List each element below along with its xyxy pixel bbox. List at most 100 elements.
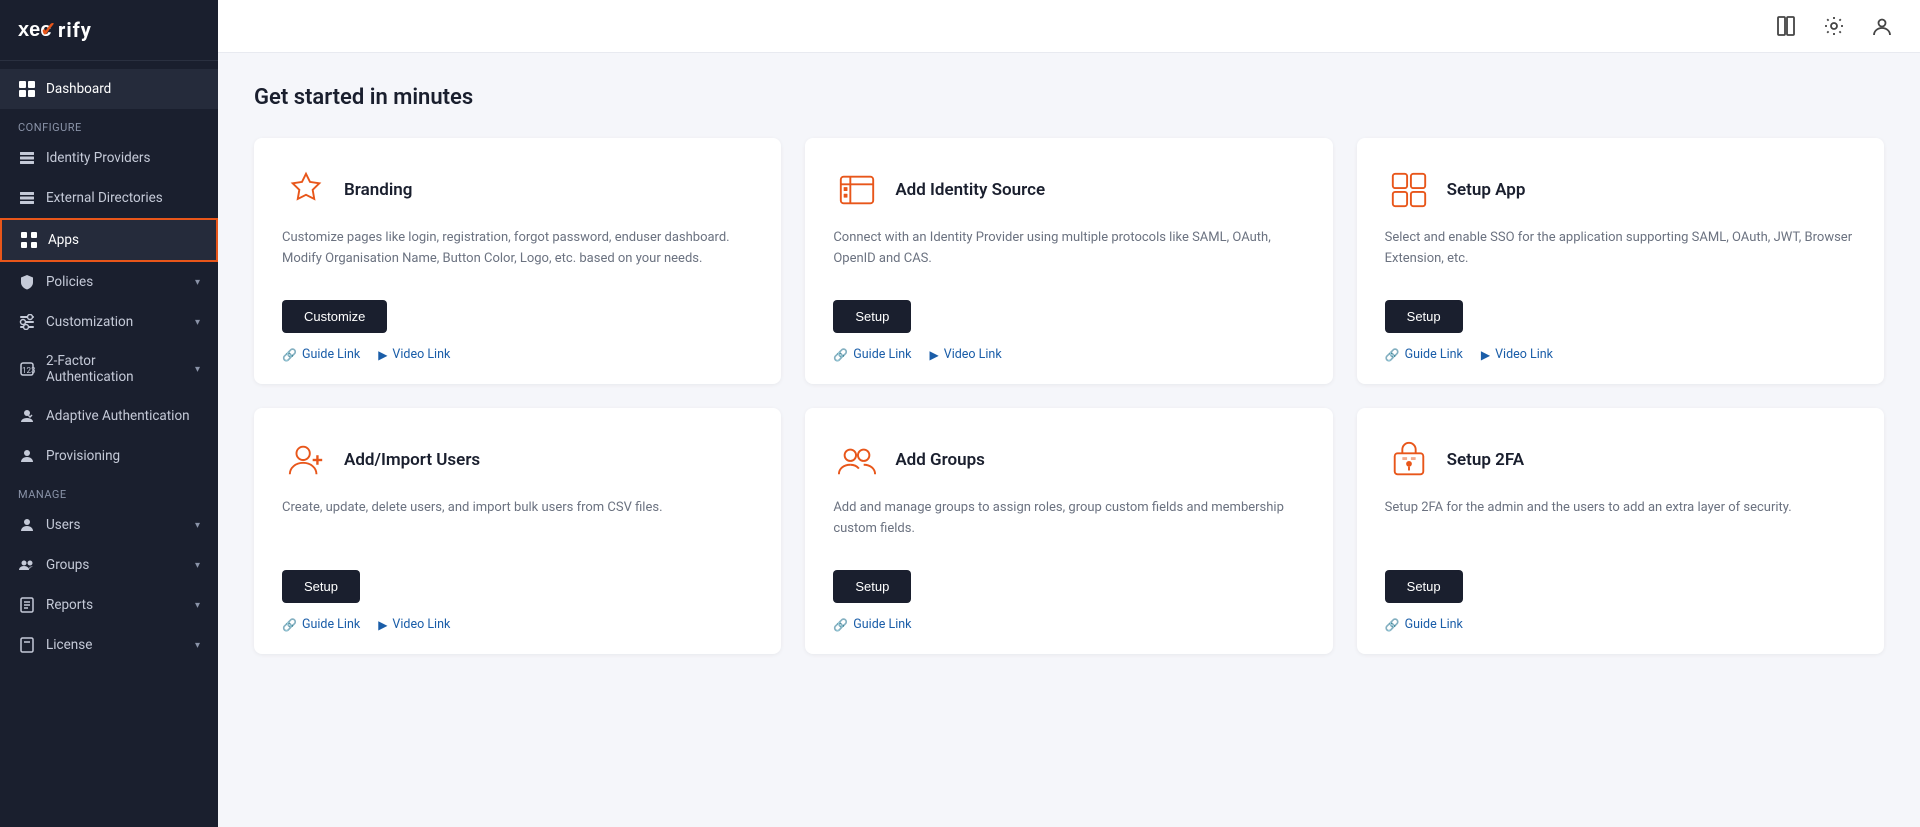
play-icon: ▶ xyxy=(930,348,939,362)
sidebar-item-label: 2-Factor Authentication xyxy=(46,353,185,385)
card-branding: Branding Customize pages like login, reg… xyxy=(254,138,781,384)
identity-source-icon xyxy=(833,166,881,214)
topbar xyxy=(218,0,1920,53)
sidebar-item-users[interactable]: Users ▾ xyxy=(0,505,218,545)
chevron-down-icon: ▾ xyxy=(195,640,200,651)
apps-icon xyxy=(20,231,38,249)
external-link-icon: 🔗 xyxy=(833,348,848,362)
identity-providers-icon xyxy=(18,149,36,167)
sidebar-item-external-directories[interactable]: External Directories xyxy=(0,178,218,218)
logo-area: xec ✓ rify xyxy=(0,0,218,61)
card-desc: Select and enable SSO for the applicatio… xyxy=(1385,228,1856,280)
adaptive-auth-icon xyxy=(18,407,36,425)
video-link[interactable]: ▶ Video Link xyxy=(378,617,450,632)
card-links: 🔗 Guide Link ▶ Video Link xyxy=(1385,347,1856,362)
guide-link[interactable]: 🔗 Guide Link xyxy=(282,347,360,362)
card-desc: Create, update, delete users, and import… xyxy=(282,498,753,550)
svg-text:✓: ✓ xyxy=(40,19,54,41)
branding-icon xyxy=(282,166,330,214)
user-profile-icon[interactable] xyxy=(1868,12,1896,40)
card-title: Add/Import Users xyxy=(344,450,480,470)
guide-link[interactable]: 🔗 Guide Link xyxy=(833,347,911,362)
setup-app-icon xyxy=(1385,166,1433,214)
reports-icon xyxy=(18,596,36,614)
setup-groups-button[interactable]: Setup xyxy=(833,570,911,603)
guide-link[interactable]: 🔗 Guide Link xyxy=(833,617,911,632)
card-header: Setup App xyxy=(1385,166,1856,214)
card-setup-app: Setup App Select and enable SSO for the … xyxy=(1357,138,1884,384)
customization-icon xyxy=(18,313,36,331)
video-link[interactable]: ▶ Video Link xyxy=(378,347,450,362)
sidebar-item-customization[interactable]: Customization ▾ xyxy=(0,302,218,342)
guide-link[interactable]: 🔗 Guide Link xyxy=(1385,347,1463,362)
2fa-icon: 123 xyxy=(18,360,36,378)
card-add-groups: Add Groups Add and manage groups to assi… xyxy=(805,408,1332,654)
settings-icon[interactable] xyxy=(1820,12,1848,40)
main-content: Get started in minutes Branding Customiz… xyxy=(218,0,1920,827)
chevron-down-icon: ▾ xyxy=(195,560,200,571)
setup-2fa-icon xyxy=(1385,436,1433,484)
sidebar: xec ✓ rify Dashboard Configure Identity … xyxy=(0,0,218,827)
svg-text:123: 123 xyxy=(22,366,35,375)
content-area: Get started in minutes Branding Customiz… xyxy=(218,53,1920,827)
setup-app-button[interactable]: Setup xyxy=(1385,300,1463,333)
card-title: Setup 2FA xyxy=(1447,450,1524,470)
sidebar-item-label: Groups xyxy=(46,557,89,573)
section-manage: Manage xyxy=(0,476,218,505)
card-header: Branding xyxy=(282,166,753,214)
play-icon: ▶ xyxy=(1481,348,1490,362)
sidebar-item-reports[interactable]: Reports ▾ xyxy=(0,585,218,625)
users-icon xyxy=(18,516,36,534)
external-link-icon: 🔗 xyxy=(833,618,848,632)
sidebar-item-label: Reports xyxy=(46,597,93,613)
card-title: Add Groups xyxy=(895,450,985,470)
sidebar-item-identity-providers[interactable]: Identity Providers xyxy=(0,138,218,178)
external-link-icon: 🔗 xyxy=(1385,348,1400,362)
sidebar-item-label: Dashboard xyxy=(46,81,111,97)
sidebar-item-apps[interactable]: Apps xyxy=(0,218,218,262)
logo-text: rify xyxy=(58,18,92,42)
card-links: 🔗 Guide Link ▶ Video Link xyxy=(282,347,753,362)
cards-grid: Branding Customize pages like login, reg… xyxy=(254,138,1884,654)
card-title: Setup App xyxy=(1447,180,1526,200)
chevron-down-icon: ▾ xyxy=(195,317,200,328)
setup-users-button[interactable]: Setup xyxy=(282,570,360,603)
book-icon[interactable] xyxy=(1772,12,1800,40)
sidebar-item-adaptive-auth[interactable]: Adaptive Authentication xyxy=(0,396,218,436)
setup-identity-source-button[interactable]: Setup xyxy=(833,300,911,333)
provisioning-icon xyxy=(18,447,36,465)
sidebar-item-dashboard[interactable]: Dashboard xyxy=(0,69,218,109)
card-title: Branding xyxy=(344,180,412,200)
card-header: Setup 2FA xyxy=(1385,436,1856,484)
card-links: 🔗 Guide Link xyxy=(1385,617,1856,632)
sidebar-item-license[interactable]: License ▾ xyxy=(0,625,218,665)
sidebar-item-label: External Directories xyxy=(46,190,163,206)
card-links: 🔗 Guide Link ▶ Video Link xyxy=(833,347,1304,362)
external-link-icon: 🔗 xyxy=(282,618,297,632)
sidebar-item-label: Provisioning xyxy=(46,448,120,464)
sidebar-item-label: Policies xyxy=(46,274,93,290)
license-icon xyxy=(18,636,36,654)
sidebar-item-2fa[interactable]: 123 2-Factor Authentication ▾ xyxy=(0,342,218,396)
sidebar-item-provisioning[interactable]: Provisioning xyxy=(0,436,218,476)
play-icon: ▶ xyxy=(378,348,387,362)
external-directories-icon xyxy=(18,189,36,207)
card-header: Add/Import Users xyxy=(282,436,753,484)
video-link[interactable]: ▶ Video Link xyxy=(1481,347,1553,362)
setup-2fa-button[interactable]: Setup xyxy=(1385,570,1463,603)
external-link-icon: 🔗 xyxy=(282,348,297,362)
guide-link[interactable]: 🔗 Guide Link xyxy=(1385,617,1463,632)
sidebar-item-label: Apps xyxy=(48,232,79,248)
card-add-users: Add/Import Users Create, update, delete … xyxy=(254,408,781,654)
play-icon: ▶ xyxy=(378,618,387,632)
card-links: 🔗 Guide Link ▶ Video Link xyxy=(282,617,753,632)
guide-link[interactable]: 🔗 Guide Link xyxy=(282,617,360,632)
sidebar-item-label: Users xyxy=(46,517,80,533)
customize-button[interactable]: Customize xyxy=(282,300,387,333)
card-setup-2fa: Setup 2FA Setup 2FA for the admin and th… xyxy=(1357,408,1884,654)
sidebar-item-policies[interactable]: Policies ▾ xyxy=(0,262,218,302)
video-link[interactable]: ▶ Video Link xyxy=(930,347,1002,362)
sidebar-item-groups[interactable]: Groups ▾ xyxy=(0,545,218,585)
external-link-icon: 🔗 xyxy=(1385,618,1400,632)
chevron-down-icon: ▾ xyxy=(195,277,200,288)
